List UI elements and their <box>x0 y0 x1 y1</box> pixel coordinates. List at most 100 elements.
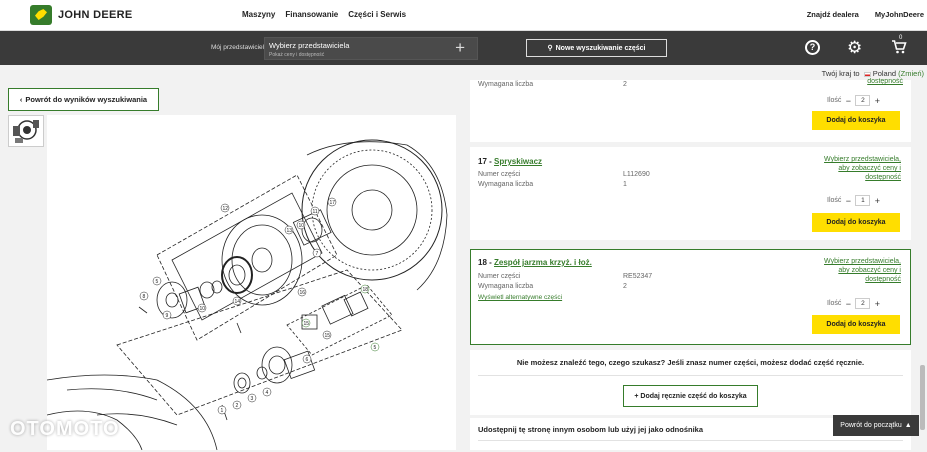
select-dealer-link[interactable]: Wybierz przedstawiciela, aby zobaczyć ce… <box>823 257 901 284</box>
svg-text:12: 12 <box>223 206 229 212</box>
svg-text:3: 3 <box>251 396 254 402</box>
quantity-stepper[interactable]: Ilość − 2 + <box>827 95 882 106</box>
svg-text:15: 15 <box>304 321 310 327</box>
required-qty-value: 2 <box>623 283 627 290</box>
part-number-index: 18 <box>478 258 487 267</box>
share-divider <box>478 440 903 441</box>
dealer-subtitle: Pokaż ceny i dostępność <box>269 52 325 58</box>
part-title: 18 - Zespół jarzma krzyż. i łoż. <box>478 258 592 267</box>
select-dealer-link[interactable]: dostępność <box>823 78 903 86</box>
required-qty-value: 1 <box>623 181 627 188</box>
increase-qty-button[interactable]: + <box>872 299 882 309</box>
gear-icon[interactable]: ⚙ <box>847 39 862 56</box>
find-dealer-link[interactable]: Znajdź dealera <box>807 10 859 19</box>
select-dealer-link[interactable]: Wybierz przedstawiciela, aby zobaczyć ce… <box>823 155 901 182</box>
svg-text:16: 16 <box>300 290 306 296</box>
not-found-divider <box>478 375 903 376</box>
quantity-input[interactable]: 1 <box>855 195 871 206</box>
parts-diagram[interactable]: 12 17 11 10 13 7 16 5 8 9 10 14 18 15 5 … <box>46 115 456 451</box>
cart-icon[interactable] <box>891 39 907 57</box>
page-scrollbar[interactable] <box>918 80 927 450</box>
quantity-label: Ilość <box>827 97 842 104</box>
increase-qty-button[interactable]: + <box>872 96 882 106</box>
quantity-stepper[interactable]: Ilość − 1 + <box>827 195 882 206</box>
required-qty-value: 2 <box>623 81 627 88</box>
right-nav: Znajdź dealera MyJohnDeere <box>807 10 924 19</box>
svg-text:9: 9 <box>166 313 169 319</box>
add-dealer-icon[interactable]: + <box>455 39 465 56</box>
quantity-input[interactable]: 2 <box>855 95 871 106</box>
part-name-link[interactable]: Spryskiwacz <box>494 157 542 166</box>
myjohndeere-link[interactable]: MyJohnDeere <box>875 10 924 19</box>
add-to-cart-button[interactable]: Dodaj do koszyka <box>812 213 900 232</box>
part-number-index: 17 <box>478 157 487 166</box>
part-card-17: 17 - Spryskiwacz Numer części L112690 Wy… <box>470 147 911 240</box>
back-to-top-button[interactable]: Powrót do początku ▲ <box>833 415 919 436</box>
parts-toolbar: Mój przedstawiciel Wybierz przedstawicie… <box>0 31 927 65</box>
search-icon: ⚲ <box>547 45 553 52</box>
dealer-label: Mój przedstawiciel <box>211 44 265 51</box>
add-to-cart-button[interactable]: Dodaj do koszyka <box>812 315 900 334</box>
nav-item-maszyny[interactable]: Maszyny <box>242 10 275 19</box>
part-number-value: RE52347 <box>623 273 653 280</box>
required-qty-label: Wymagana liczba <box>478 81 534 88</box>
change-country-link[interactable]: (Zmień) <box>898 69 924 78</box>
chevron-left-icon: ‹ <box>19 95 23 104</box>
svg-text:15: 15 <box>325 333 331 339</box>
deer-logo-icon <box>30 5 52 25</box>
country-name: Poland <box>872 69 897 78</box>
quantity-label: Ilość <box>827 300 842 307</box>
dealer-selector[interactable]: Wybierz przedstawiciela Pokaż ceny i dos… <box>264 37 478 60</box>
back-to-top-label: Powrót do początku <box>840 422 902 429</box>
quantity-label: Ilość <box>827 197 842 204</box>
svg-text:11: 11 <box>313 209 318 215</box>
diagram-thumbnail[interactable] <box>8 115 44 147</box>
part-number-label: Numer części <box>478 171 521 178</box>
back-to-results-button[interactable]: ‹ Powrót do wyników wyszukiwania <box>8 88 159 111</box>
svg-text:10: 10 <box>299 223 305 229</box>
svg-text:5: 5 <box>374 345 377 351</box>
svg-text:17: 17 <box>330 200 336 206</box>
part-card-partial: Wymagana liczba 2 dostępność Ilość − 2 +… <box>470 78 911 142</box>
quantity-stepper[interactable]: Ilość − 2 + <box>827 298 882 309</box>
not-found-text: Nie możesz znaleźć tego, czego szukasz? … <box>516 358 865 367</box>
scrollbar-thumb[interactable] <box>920 365 925 430</box>
brand-name: JOHN DEERE <box>58 9 133 21</box>
part-title: 17 - Spryskiwacz <box>478 157 543 166</box>
decrease-qty-button[interactable]: − <box>843 196 853 206</box>
svg-text:5: 5 <box>156 279 159 285</box>
part-number-label: Numer części <box>478 273 521 280</box>
john-deere-logo[interactable]: JOHN DEERE <box>30 5 133 25</box>
exploded-view-drawing: 12 17 11 10 13 7 16 5 8 9 10 14 18 15 5 … <box>46 139 448 451</box>
main-nav: Maszyny Finansowanie Części i Serwis <box>242 10 406 19</box>
back-button-label: Powrót do wyników wyszukiwania <box>25 95 148 104</box>
svg-text:2: 2 <box>236 403 239 409</box>
part-number-value: L112690 <box>623 171 650 178</box>
nav-item-czesci-serwis[interactable]: Części i Serwis <box>348 10 406 19</box>
help-icon[interactable]: ? <box>805 40 820 55</box>
quantity-input[interactable]: 2 <box>855 298 871 309</box>
svg-text:10: 10 <box>200 306 206 312</box>
required-qty-label: Wymagana liczba <box>478 181 534 188</box>
country-selector: Twój kraj to Poland (Zmień) <box>822 69 924 78</box>
new-parts-search-button[interactable]: ⚲ Nowe wyszukiwanie części <box>526 39 667 57</box>
part-name-link[interactable]: Zespół jarzma krzyż. i łoż. <box>494 258 592 267</box>
decrease-qty-button[interactable]: − <box>843 96 853 106</box>
svg-text:18: 18 <box>363 287 369 293</box>
dealer-title: Wybierz przedstawiciela <box>269 41 350 50</box>
increase-qty-button[interactable]: + <box>872 196 882 206</box>
alternative-parts-link[interactable]: Wyświetl alternatywne części <box>478 294 562 301</box>
part-card-18: 18 - Zespół jarzma krzyż. i łoż. Numer c… <box>470 249 911 345</box>
decrease-qty-button[interactable]: − <box>843 299 853 309</box>
svg-text:14: 14 <box>235 299 241 305</box>
svg-text:1: 1 <box>221 408 224 414</box>
add-to-cart-button[interactable]: Dodaj do koszyka <box>812 111 900 130</box>
share-text: Udostępnij tę stronę innym osobom lub uż… <box>478 425 704 434</box>
new-search-label: Nowe wyszukiwanie części <box>555 44 646 52</box>
svg-text:8: 8 <box>143 294 146 300</box>
poland-flag-icon <box>863 71 871 77</box>
add-part-manually-button[interactable]: + Dodaj ręcznie część do koszyka <box>623 385 758 407</box>
nav-item-finansowanie[interactable]: Finansowanie <box>285 10 338 19</box>
svg-text:4: 4 <box>266 390 269 396</box>
svg-text:6: 6 <box>306 357 309 363</box>
